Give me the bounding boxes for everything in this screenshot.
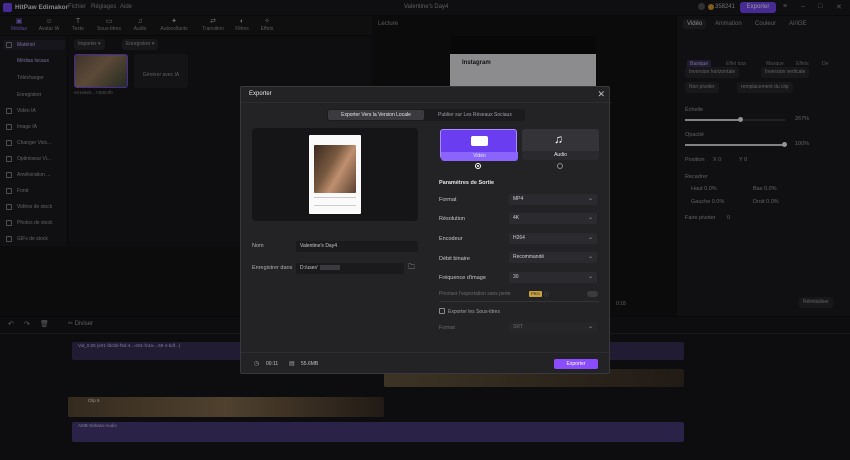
chevron-down-icon: ⌄ bbox=[587, 324, 593, 330]
lossless-label: Prioriser l'exportation sans perte bbox=[439, 291, 511, 297]
export-preview bbox=[252, 128, 418, 221]
subtitle-format-select[interactable]: SRT ⌄ bbox=[509, 322, 597, 333]
dialog-export-button[interactable]: Exporter bbox=[554, 359, 598, 369]
video-icon bbox=[471, 136, 488, 146]
folder-icon[interactable]: 🗀 bbox=[408, 263, 415, 274]
info-icon: ⓘ bbox=[544, 292, 550, 298]
subtitle-checkbox[interactable] bbox=[439, 308, 445, 314]
dialog-title: Exporter bbox=[249, 91, 272, 97]
music-note-icon: ♫ bbox=[554, 132, 563, 146]
phone-preview bbox=[309, 135, 361, 214]
format-audio-card[interactable]: ♫ Audio bbox=[522, 129, 599, 160]
clock-icon: ◷ bbox=[254, 361, 260, 367]
chevron-down-icon: ⌄ bbox=[587, 235, 593, 241]
framerate-select[interactable]: 30 ⌄ bbox=[509, 272, 597, 283]
bitrate-label: Débit binaire bbox=[439, 256, 470, 262]
name-input[interactable]: Valentine's Day4 bbox=[296, 241, 418, 252]
duration-value: 00:11 bbox=[266, 361, 279, 367]
pro-badge: PRO bbox=[529, 291, 542, 297]
bitrate-select[interactable]: Recommandé ⌄ bbox=[509, 252, 597, 263]
chevron-down-icon: ⌄ bbox=[587, 254, 593, 260]
tab-publish-social[interactable]: Publier sur Les Réseaux Sociaux bbox=[426, 110, 524, 120]
subtitle-export-label: Exporter les Sous-titres bbox=[448, 309, 500, 315]
format-select[interactable]: MP4 ⌄ bbox=[509, 194, 597, 205]
save-location-label: Enregistrer dans bbox=[252, 265, 293, 271]
export-dialog: Exporter ✕ Exporter Vers la Version Loca… bbox=[240, 86, 611, 374]
dialog-header: Exporter ✕ bbox=[241, 87, 611, 103]
export-mode-tabs: Exporter Vers la Version Locale Publier … bbox=[327, 109, 525, 121]
name-label: Nom bbox=[252, 243, 264, 249]
size-value: 55.6MB bbox=[301, 361, 319, 367]
format-label: Format bbox=[439, 197, 457, 203]
save-location-input[interactable]: D:/user/ bbox=[296, 263, 404, 274]
tab-export-local[interactable]: Exporter Vers la Version Locale bbox=[328, 110, 424, 120]
framerate-label: Fréquence d'image bbox=[439, 275, 486, 281]
audio-format-label: Audio bbox=[522, 151, 599, 160]
audio-radio[interactable] bbox=[557, 163, 563, 169]
resolution-label: Résolution bbox=[439, 216, 465, 222]
chevron-down-icon: ⌄ bbox=[587, 274, 593, 280]
preview-photo bbox=[314, 145, 356, 193]
chevron-down-icon: ⌄ bbox=[587, 215, 593, 221]
lossless-toggle[interactable] bbox=[587, 291, 598, 297]
file-icon: ▤ bbox=[289, 361, 295, 367]
subtitle-format-label: Format bbox=[439, 325, 455, 331]
dialog-close-icon[interactable]: ✕ bbox=[597, 89, 605, 100]
resolution-select[interactable]: 4K ⌄ bbox=[509, 213, 597, 224]
chevron-down-icon: ⌄ bbox=[587, 196, 593, 202]
video-format-label: Vidéo bbox=[441, 152, 518, 161]
encoder-label: Encodeur bbox=[439, 236, 463, 242]
video-radio[interactable] bbox=[475, 163, 481, 169]
format-video-card[interactable]: Vidéo bbox=[440, 129, 518, 161]
output-settings-title: Paramètres de Sortie bbox=[439, 180, 495, 186]
encoder-select[interactable]: H264 ⌄ bbox=[509, 233, 597, 244]
